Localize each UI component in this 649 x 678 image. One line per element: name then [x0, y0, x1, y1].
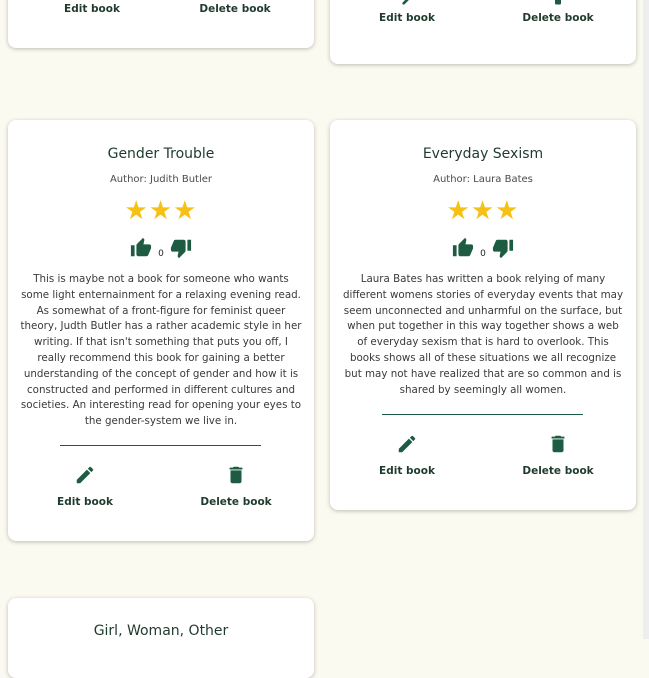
vote-row: 0	[330, 237, 636, 261]
trash-icon	[551, 435, 565, 453]
pencil-icon	[398, 435, 416, 453]
edit-book-button[interactable]: Edit book	[25, 464, 145, 508]
delete-book-label: Delete book	[522, 465, 594, 477]
pencil-icon	[402, 0, 409, 5]
thumbs-down-icon[interactable]	[170, 237, 192, 259]
delete-book-button[interactable]: Delete book	[498, 0, 618, 24]
book-card: Girl, Woman, Other	[8, 598, 314, 678]
scrollbar[interactable]	[643, 0, 649, 639]
book-card: Everyday Sexism Author: Laura Bates ★★★ …	[330, 120, 636, 510]
book-description: Laura Bates has written a book relying o…	[342, 273, 624, 396]
delete-book-label: Delete book	[522, 12, 594, 24]
book-title: Girl, Woman, Other	[93, 623, 229, 639]
vote-row: 0	[8, 237, 314, 261]
edit-book-button[interactable]: Edit book	[347, 0, 467, 24]
book-card: Edit book Delete book	[8, 0, 314, 48]
book-description: This is maybe not a book for someone who…	[20, 273, 302, 428]
pencil-icon	[76, 466, 94, 484]
book-card: Gender Trouble Author: Judith Butler ★★★…	[8, 120, 314, 541]
delete-book-button[interactable]: Delete book	[176, 464, 296, 508]
edit-book-label: Edit book	[64, 3, 120, 15]
edit-book-button[interactable]: Edit book	[32, 3, 152, 15]
edit-book-button[interactable]: Edit book	[347, 433, 467, 477]
divider	[60, 445, 261, 446]
book-title: Gender Trouble	[107, 146, 215, 162]
trash-icon	[229, 466, 243, 484]
delete-book-button[interactable]: Delete book	[498, 433, 618, 477]
divider	[382, 414, 583, 415]
vote-count: 0	[158, 249, 164, 259]
star-rating: ★★★	[446, 196, 520, 226]
book-author: Author: Laura Bates	[433, 174, 533, 185]
thumbs-up-icon[interactable]	[130, 237, 152, 259]
trash-icon	[555, 0, 561, 5]
edit-book-label: Edit book	[379, 12, 435, 24]
delete-book-label: Delete book	[199, 3, 271, 15]
delete-book-label: Delete book	[200, 496, 272, 508]
thumbs-up-icon[interactable]	[452, 237, 474, 259]
edit-book-label: Edit book	[379, 465, 435, 477]
edit-book-label: Edit book	[57, 496, 113, 508]
delete-book-button[interactable]: Delete book	[175, 3, 295, 15]
book-card: Edit book Delete book	[330, 0, 636, 64]
star-rating: ★★★	[124, 196, 198, 226]
book-author: Author: Judith Butler	[109, 174, 213, 185]
thumbs-down-icon[interactable]	[492, 237, 514, 259]
book-title: Everyday Sexism	[422, 146, 544, 162]
vote-count: 0	[480, 249, 486, 259]
